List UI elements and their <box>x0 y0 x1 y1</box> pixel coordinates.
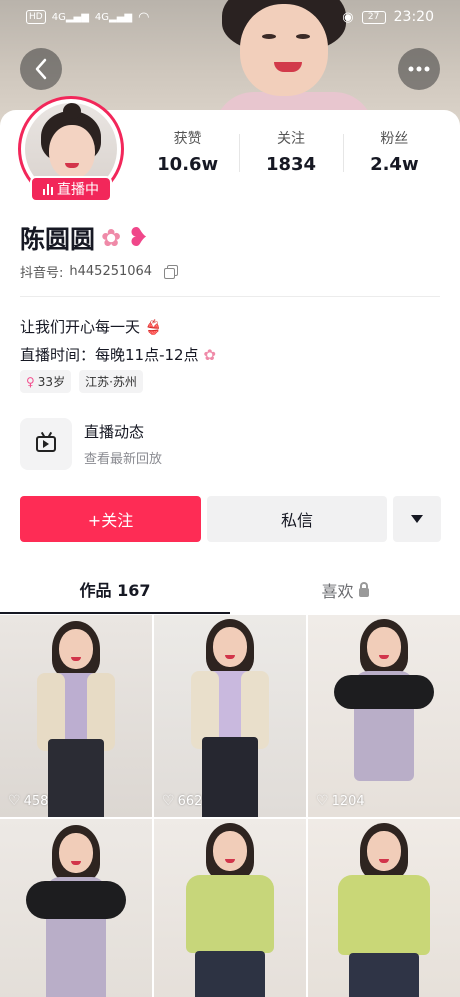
video-thumbnail[interactable] <box>0 819 152 997</box>
heart-outline-icon: ♡ <box>8 793 21 809</box>
profile-name-row: 陈圆圆 ✿ ❥ <box>20 220 149 256</box>
eye-icon: ◉ <box>342 9 354 25</box>
battery-icon: 27 <box>361 10 386 24</box>
bikini-icon: 👙 <box>144 320 163 336</box>
tab-likes[interactable]: 喜欢 <box>230 566 460 614</box>
stat-label: 粉丝 <box>380 131 409 147</box>
stat-following[interactable]: 关注 1834 <box>239 128 342 175</box>
caret-down-icon <box>411 515 423 523</box>
tab-works[interactable]: 作品 167 <box>0 566 230 614</box>
lock-icon <box>358 581 369 597</box>
profile-bio: 让我们开心每一天 👙 直播时间：每晚11点-12点 ✿ <box>20 314 216 369</box>
profile-name: 陈圆圆 <box>20 225 96 254</box>
clock: 23:20 <box>393 9 434 25</box>
expand-button[interactable] <box>393 496 441 542</box>
video-grid: ♡ 458 ♡ 662 ♡ 1204 <box>0 615 460 997</box>
video-thumbnail[interactable]: ♡ 458 <box>0 615 152 817</box>
video-thumbnail[interactable]: ♡ 662 <box>154 615 306 817</box>
video-thumbnail[interactable]: ♡ 1204 <box>308 615 460 817</box>
live-replay-subtitle: 查看最新回放 <box>84 452 163 467</box>
bio-line: 让我们开心每一天 <box>20 318 141 336</box>
divider <box>20 296 440 297</box>
cherry-blossom-icon: ✿ <box>203 346 216 364</box>
more-button[interactable] <box>398 48 440 90</box>
video-like-count: ♡ 1204 <box>316 793 365 809</box>
live-badge[interactable]: 直播中 <box>30 176 112 202</box>
cherry-blossom-icon: ✿ <box>101 224 122 252</box>
cover-photo-eye <box>296 34 310 39</box>
profile-tags: ♀ 33岁 江苏·苏州 <box>20 370 143 393</box>
stat-likes[interactable]: 获赞 10.6w <box>136 128 239 175</box>
video-like-count: ♡ 458 <box>8 793 49 809</box>
back-button[interactable] <box>20 48 62 90</box>
follow-button[interactable]: +关注 <box>20 496 201 542</box>
heart-outline-icon: ♡ <box>316 793 329 809</box>
hd-indicator: HD <box>26 10 46 24</box>
tv-icon <box>36 431 56 452</box>
location-tag: 江苏·苏州 <box>79 370 143 393</box>
profile-actions: +关注 私信 <box>20 496 441 542</box>
live-replay-thumb <box>20 418 72 470</box>
ellipsis-icon <box>408 66 430 72</box>
video-thumbnail[interactable] <box>154 819 306 997</box>
female-icon: ♀ <box>26 374 35 389</box>
wifi-icon: ◠ <box>138 9 150 25</box>
status-bar: HD 4G▂▄▆ 4G▂▄▆ ◠ ◉ 27 23:20 <box>0 0 460 34</box>
stat-label: 获赞 <box>173 131 202 147</box>
stat-followers[interactable]: 粉丝 2.4w <box>342 128 446 175</box>
stat-label: 关注 <box>276 131 305 147</box>
account-id-row: 抖音号: h445251064 <box>20 262 179 281</box>
live-replay-title: 直播动态 <box>84 423 145 441</box>
stat-value: 2.4w <box>370 154 419 175</box>
copy-icon[interactable] <box>164 265 179 279</box>
content-tabs: 作品 167 喜欢 <box>0 566 460 614</box>
tab-likes-label: 喜欢 <box>321 582 354 601</box>
account-id-value: h445251064 <box>69 264 153 279</box>
message-button[interactable]: 私信 <box>207 496 387 542</box>
live-badge-label: 直播中 <box>57 182 99 198</box>
stat-value: 1834 <box>265 154 317 175</box>
heart-outline-icon: ♡ <box>162 793 175 809</box>
chevron-left-icon <box>35 58 47 80</box>
profile-stats: 获赞 10.6w 关注 1834 粉丝 2.4w <box>136 128 446 175</box>
account-id-label: 抖音号: <box>20 266 64 281</box>
live-replay-entry[interactable]: 直播动态 查看最新回放 <box>20 418 162 470</box>
cover-photo-eye <box>262 34 276 39</box>
bio-line: 直播时间：每晚11点-12点 <box>20 346 199 364</box>
stat-value: 10.6w <box>157 154 219 175</box>
age-tag: ♀ 33岁 <box>20 370 72 393</box>
hearts-icon: ❥ <box>127 223 149 253</box>
signal-icon: 4G▂▄▆ <box>94 11 133 23</box>
video-thumbnail[interactable] <box>308 819 460 997</box>
live-bars-icon <box>43 183 53 195</box>
signal-icon: 4G▂▄▆ <box>51 11 89 23</box>
video-like-count: ♡ 662 <box>162 793 203 809</box>
